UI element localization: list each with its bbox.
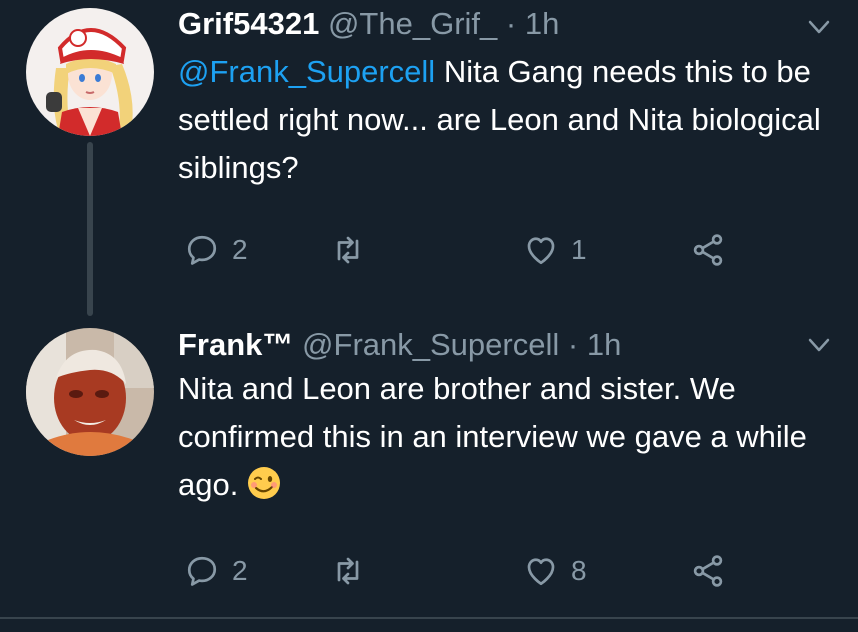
heart-icon xyxy=(527,558,555,586)
like-button[interactable]: 8 xyxy=(523,551,587,591)
winking-face-emoji-icon xyxy=(246,465,282,501)
more-options-chevron-down-icon[interactable] xyxy=(806,14,832,40)
reply-icon xyxy=(187,556,217,586)
retweet-icon xyxy=(337,557,359,585)
anime-character-avatar-icon xyxy=(26,8,154,136)
tweet-thread-screen: Grif54321 @The_Grif_ · 1h @Frank_Superce… xyxy=(0,0,858,632)
retweet-button[interactable] xyxy=(330,230,378,270)
tweet-header: Frank™ @Frank_Supercell · 1h xyxy=(178,325,621,365)
timestamp[interactable]: 1h xyxy=(587,327,621,362)
thread-connector-line xyxy=(87,142,93,316)
share-button[interactable] xyxy=(690,230,726,270)
timestamp[interactable]: 1h xyxy=(525,6,559,41)
avatar-grif[interactable] xyxy=(26,8,154,136)
reply-icon xyxy=(187,235,217,265)
like-count: 1 xyxy=(571,234,587,265)
retweet-icon xyxy=(337,236,359,264)
tweet-text: @Frank_Supercell Nita Gang needs this to… xyxy=(178,48,838,192)
display-name[interactable]: Grif54321 xyxy=(178,6,319,41)
user-handle[interactable]: @Frank_Supercell xyxy=(302,327,559,362)
more-options-chevron-down-icon[interactable] xyxy=(806,332,832,358)
tweet-actions: 2 8 xyxy=(178,551,758,591)
like-button[interactable]: 1 xyxy=(523,230,587,270)
reply-button[interactable]: 2 xyxy=(184,230,248,270)
bottom-divider xyxy=(0,617,858,619)
face-mask-photo-avatar-icon xyxy=(26,328,154,456)
display-name[interactable]: Frank™ xyxy=(178,327,293,362)
tweet-frank[interactable]: Frank™ @Frank_Supercell · 1h Nita and Le… xyxy=(0,305,858,620)
like-count: 8 xyxy=(571,555,587,586)
share-icon xyxy=(693,555,723,587)
retweet-button[interactable] xyxy=(330,551,378,591)
tweet-grif[interactable]: Grif54321 @The_Grif_ · 1h @Frank_Superce… xyxy=(0,0,858,316)
tweet-header: Grif54321 @The_Grif_ · 1h xyxy=(178,4,559,44)
heart-icon xyxy=(527,237,555,265)
avatar-frank[interactable] xyxy=(26,328,154,456)
reply-count: 2 xyxy=(232,234,248,265)
tweet-actions: 2 1 xyxy=(178,230,758,270)
separator-dot: · xyxy=(505,6,517,41)
reply-button[interactable]: 2 xyxy=(184,551,248,591)
separator-dot: · xyxy=(567,327,579,362)
mention-link[interactable]: @Frank_Supercell xyxy=(178,54,435,89)
user-handle[interactable]: @The_Grif_ xyxy=(328,6,497,41)
reply-count: 2 xyxy=(232,555,248,586)
share-button[interactable] xyxy=(690,551,726,591)
tweet-text: Nita and Leon are brother and sister. We… xyxy=(178,365,838,509)
share-icon xyxy=(693,234,723,266)
